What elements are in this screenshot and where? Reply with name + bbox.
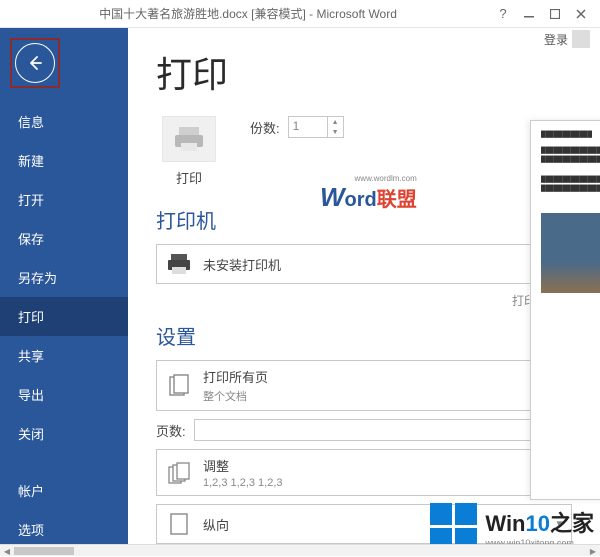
settings-heading: 设置 [156,321,572,350]
minimize-button[interactable] [516,4,542,24]
copies-label: 份数: [250,118,280,137]
chevron-up-icon[interactable]: ▲ [328,117,343,127]
scroll-right-icon[interactable]: ▶ [586,545,600,557]
scroll-left-icon[interactable]: ◀ [0,545,14,557]
sidebar-item-info[interactable]: 信息 [0,102,128,141]
sidebar-item-save[interactable]: 保存 [0,219,128,258]
pages-label: 页数: [156,421,186,440]
pages-input[interactable] [194,419,549,441]
watermark-win10: Win10之家 www.win10xitong.com [430,503,594,550]
print-preview: ████████████ ███████████████████████ ███… [530,120,600,500]
windows-logo-icon [430,503,477,550]
window-title: 中国十大著名旅游胜地.docx [兼容模式] - Microsoft Word [6,5,490,22]
portrait-icon [165,511,193,537]
printer-icon [165,251,193,277]
sidebar-item-saveas[interactable]: 另存为 [0,258,128,297]
collate-dropdown[interactable]: 调整 1,2,3 1,2,3 1,2,3 ▾ [156,449,572,496]
horizontal-scrollbar[interactable]: ◀ ▶ [0,544,600,556]
sidebar: 信息 新建 打开 保存 另存为 打印 共享 导出 关闭 帐户 选项 [0,28,128,556]
back-button[interactable] [15,43,55,83]
scrollbar-thumb[interactable] [14,547,74,555]
sidebar-item-export[interactable]: 导出 [0,375,128,414]
print-button[interactable]: 打印 [156,116,222,187]
printer-dropdown[interactable]: 未安装打印机 ▾ [156,244,572,284]
sidebar-item-share[interactable]: 共享 [0,336,128,375]
sidebar-item-close[interactable]: 关闭 [0,414,128,453]
printer-properties-link[interactable]: 打印机属性 [156,292,572,309]
chevron-down-icon[interactable]: ▼ [328,127,343,137]
sidebar-item-print[interactable]: 打印 [0,297,128,336]
back-highlight [10,38,60,88]
copies-value: 1 [289,117,327,137]
print-range-dropdown[interactable]: 打印所有页 整个文档 ▾ [156,360,572,411]
preview-image [541,213,600,293]
printer-icon [162,116,216,162]
copies-spinner[interactable]: 1 ▲▼ [288,116,344,138]
sidebar-item-new[interactable]: 新建 [0,141,128,180]
collate-icon [165,460,193,486]
watermark-wordlm: www.wordlm.com Word联盟 [320,182,417,213]
maximize-button[interactable] [542,4,568,24]
page-title: 打印 [156,46,572,98]
print-button-label: 打印 [176,168,202,187]
titlebar: 中国十大著名旅游胜地.docx [兼容模式] - Microsoft Word … [0,0,600,28]
sidebar-item-open[interactable]: 打开 [0,180,128,219]
help-button[interactable]: ? [490,4,516,24]
close-button[interactable] [568,4,594,24]
sidebar-item-account[interactable]: 帐户 [0,471,128,510]
content-pane: 打印 打印 份数: 1 ▲▼ 打印机 i [128,28,600,556]
pages-icon [165,373,193,399]
